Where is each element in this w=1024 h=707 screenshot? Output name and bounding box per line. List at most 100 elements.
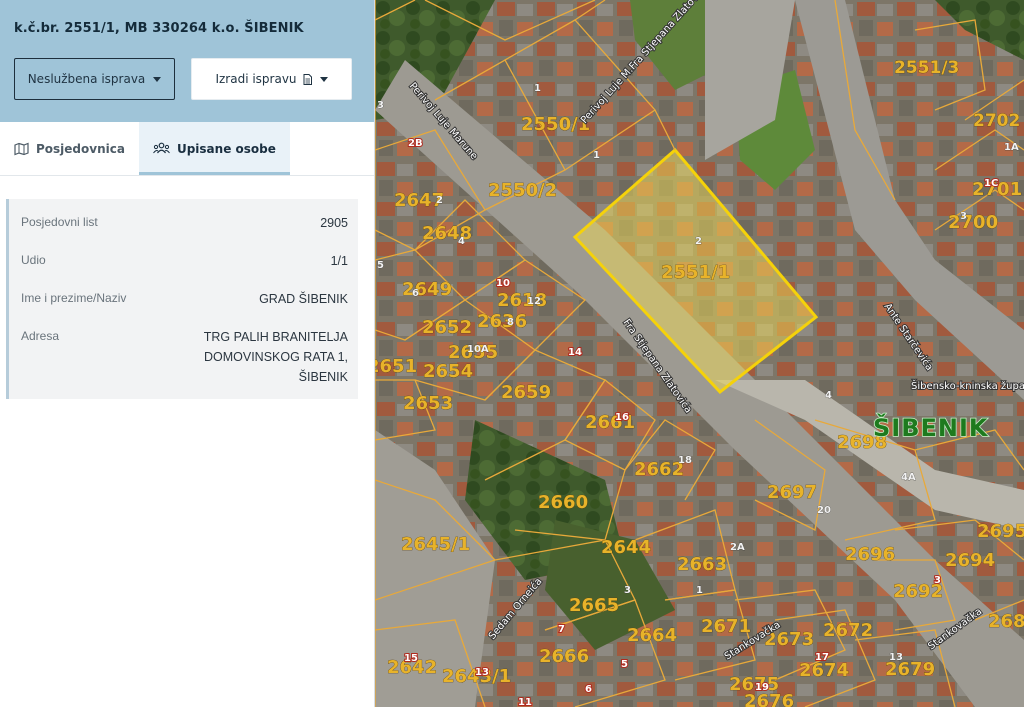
house-number: 8 [507, 317, 514, 328]
parcel-label: 2696 [845, 544, 895, 565]
parcel-label: 2636 [477, 311, 527, 332]
parcel-label: 2663 [677, 554, 727, 575]
house-number: 1A [1004, 142, 1019, 153]
house-number: 2A [730, 542, 745, 553]
house-number: 3 [624, 585, 631, 596]
map-icon [14, 142, 29, 155]
document-icon [303, 73, 312, 85]
house-number: 18 [678, 455, 692, 466]
make-document-label: Izradi ispravu [215, 72, 297, 86]
house-number: 1 [593, 150, 600, 161]
parcel-label: 2649 [402, 279, 452, 300]
house-number: 1C [984, 178, 998, 189]
house-number: 3 [934, 575, 941, 586]
caret-down-icon [319, 76, 328, 82]
parcel-label: 2664 [627, 625, 677, 646]
header-buttons: Neslužbena isprava Izradi ispravu [14, 58, 360, 100]
house-number: 2 [695, 236, 702, 247]
house-number: 10A [467, 344, 489, 355]
parcel-label: 2550/2 [488, 180, 557, 201]
house-number: 17 [815, 652, 829, 663]
street-name: Šibensko-kninska županija [911, 379, 1024, 392]
cadastral-map[interactable]: 2551/3 2550/1 2550/2 2551/1 2647 2648 26… [375, 0, 1024, 707]
make-document-dropdown[interactable]: Izradi ispravu [191, 58, 352, 100]
info-label: Ime i prezime/Naziv [21, 291, 127, 305]
parcel-label: 2652 [422, 317, 472, 338]
info-value: 2905 [320, 216, 348, 230]
house-number: 12 [527, 296, 541, 307]
parcel-title: k.č.br. 2551/1, MB 330264 k.o. ŠIBENIK [14, 21, 304, 36]
parcel-label: 2672 [823, 620, 873, 641]
house-number: 11 [518, 697, 532, 707]
house-number: 1 [696, 585, 703, 596]
house-number: 20 [817, 505, 831, 516]
info-row-posjedovni-list: Posjedovni list 2905 [21, 209, 348, 247]
parcel-label: 2659 [501, 382, 551, 403]
house-number: 7 [558, 624, 565, 635]
owner-info-card: Posjedovni list 2905 Udio 1/1 Ime i prez… [6, 199, 358, 399]
address-line: TRG PALIH BRANITELJA [203, 330, 348, 344]
city-label: ŠIBENIK [873, 412, 989, 442]
house-number: 19 [755, 682, 769, 693]
house-number: 4A [901, 472, 916, 483]
parcel-label-selected: 2551/1 [661, 262, 730, 283]
house-number: 3 [377, 100, 384, 111]
info-value: 1/1 [330, 254, 348, 268]
parcel-label: 2662 [634, 459, 684, 480]
info-value-address: TRG PALIH BRANITELJA DOMOVINSKOG RATA 1,… [204, 323, 348, 387]
house-number: 15 [404, 653, 418, 664]
caret-down-icon [153, 76, 162, 82]
parcel-label: 2694 [945, 550, 995, 571]
parcel-label: 2551/3 [894, 58, 959, 78]
parcel-label: 2676 [744, 691, 794, 707]
parcel-label: 2674 [799, 660, 849, 681]
unofficial-document-dropdown[interactable]: Neslužbena isprava [14, 58, 175, 100]
parcel-label: 2654 [423, 361, 473, 382]
house-number: 3 [960, 211, 967, 222]
house-number: 1 [534, 83, 541, 94]
parcel-label: 2644 [601, 537, 651, 558]
house-number: 5 [621, 659, 628, 670]
parcel-label: 2665 [569, 595, 619, 616]
house-number: 16 [615, 412, 629, 423]
info-label: Posjedovni list [21, 215, 98, 229]
info-row-udio: Udio 1/1 [21, 247, 348, 285]
unofficial-document-label: Neslužbena isprava [27, 72, 146, 86]
parcel-info-panel: k.č.br. 2551/1, MB 330264 k.o. ŠIBENIK N… [0, 0, 375, 707]
house-number: 4 [825, 390, 832, 401]
parcel-label: 2697 [767, 482, 817, 503]
tab-upisane-osobe[interactable]: Upisane osobe [138, 122, 290, 175]
address-line: ŠIBENIK [298, 370, 348, 384]
parcel-label: 2700 [948, 212, 998, 233]
house-number: 2B [408, 138, 423, 149]
map-canvas[interactable]: 2551/3 2550/1 2550/2 2551/1 2647 2648 26… [375, 0, 1024, 707]
house-number: 6 [585, 684, 592, 695]
info-row-adresa: Adresa TRG PALIH BRANITELJA DOMOVINSKOG … [21, 323, 348, 387]
info-label: Adresa [21, 329, 60, 343]
house-number: 13 [889, 652, 903, 663]
address-line: DOMOVINSKOG RATA 1, [203, 350, 348, 364]
info-label: Udio [21, 253, 46, 267]
house-number: 13 [475, 667, 489, 678]
parcel-label: 2702 [973, 111, 1020, 131]
panel-tabs: Posjedovnica Upisane osobe [0, 122, 374, 176]
house-number: 14 [568, 347, 582, 358]
parcel-label: 2660 [538, 492, 588, 513]
info-row-naziv: Ime i prezime/Naziv GRAD ŠIBENIK [21, 285, 348, 323]
house-number: 5 [377, 260, 384, 271]
tab-posjedovnica[interactable]: Posjedovnica [0, 122, 139, 175]
parcel-label: 2653 [403, 393, 453, 414]
parcel-label: 2695 [977, 521, 1024, 542]
parcel-label: 2666 [539, 646, 589, 667]
tab-posjedovnica-label: Posjedovnica [36, 141, 125, 156]
info-value: GRAD ŠIBENIK [259, 292, 348, 306]
house-number: 6 [412, 288, 419, 299]
parcel-label: 2671 [701, 616, 751, 637]
house-number: 2 [436, 195, 443, 206]
house-number: 10 [496, 278, 510, 289]
house-number: 4 [458, 236, 465, 247]
parcel-label: 2645/1 [401, 534, 470, 555]
people-icon [153, 142, 170, 154]
tab-upisane-osobe-label: Upisane osobe [176, 141, 276, 156]
panel-header: k.č.br. 2551/1, MB 330264 k.o. ŠIBENIK N… [0, 0, 374, 122]
